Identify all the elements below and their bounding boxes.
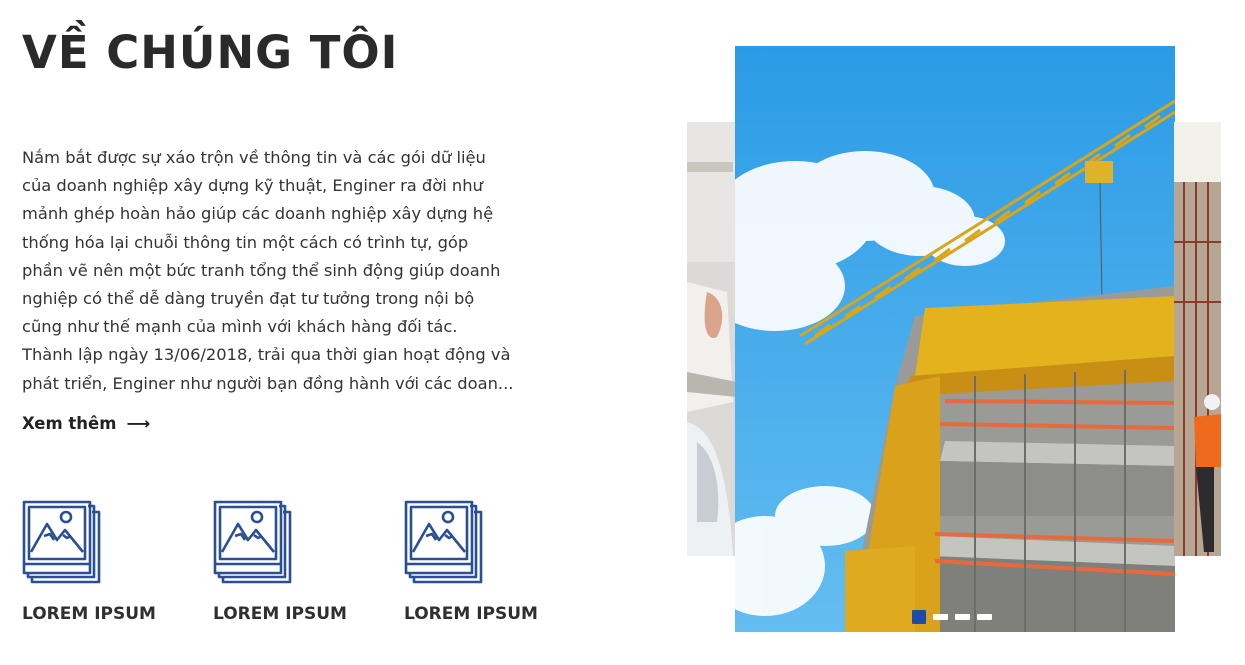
image-gallery-icon (22, 500, 102, 584)
carousel-dot-2[interactable] (933, 614, 948, 620)
carousel-dot-4[interactable] (977, 614, 992, 620)
read-more-link[interactable]: Xem thêm ⟶ (22, 414, 150, 433)
carousel-pagination (912, 610, 992, 624)
image-gallery-icon (213, 500, 293, 584)
carousel-prev-slide[interactable] (687, 122, 737, 556)
section-title: VỀ CHÚNG TÔI (22, 26, 399, 79)
description-line: của doanh nghiệp xây dựng kỹ thuật, Engi… (22, 176, 483, 196)
about-description: Nắm bắt được sự xáo trộn về thông tin và… (22, 144, 582, 398)
description-line: Thành lập ngày 13/06/2018, trải qua thời… (22, 345, 511, 365)
construction-photo (735, 46, 1175, 632)
read-more-label: Xem thêm (22, 414, 117, 433)
description-line: mảnh ghép hoàn hảo giúp các doanh nghiệp… (22, 204, 494, 224)
carousel-dot-1[interactable] (912, 610, 926, 624)
office-photo (687, 122, 737, 556)
description-line: thống hóa lại chuỗi thông tin một cách c… (22, 232, 469, 252)
feature-item: LOREM IPSUM (22, 500, 192, 624)
feature-item: LOREM IPSUM (213, 500, 383, 624)
feature-item: LOREM IPSUM (404, 500, 574, 624)
carousel-next-slide[interactable] (1174, 122, 1221, 556)
carousel-dot-3[interactable] (955, 614, 970, 620)
carousel-active-slide[interactable] (735, 46, 1175, 632)
feature-label: LOREM IPSUM (213, 604, 347, 624)
description-line: nghiệp có thể dễ dàng truyền đạt tư tưởn… (22, 289, 475, 309)
feature-label: LOREM IPSUM (404, 604, 538, 624)
worker-photo (1174, 122, 1221, 556)
description-line: Nắm bắt được sự xáo trộn về thông tin và… (22, 148, 486, 167)
description-line: phần vẽ nên một bức tranh tổng thể sinh … (22, 260, 501, 280)
description-line: cũng như thế mạnh của mình với khách hàn… (22, 317, 458, 337)
arrow-right-icon: ⟶ (126, 414, 151, 433)
description-line: phát triển, Enginer như người bạn đồng h… (22, 373, 514, 393)
image-gallery-icon (404, 500, 484, 584)
feature-label: LOREM IPSUM (22, 604, 156, 624)
